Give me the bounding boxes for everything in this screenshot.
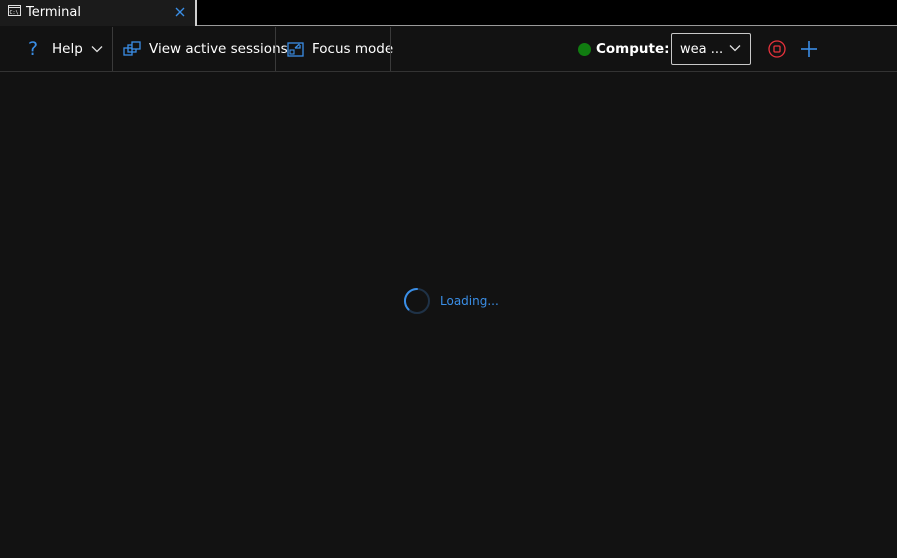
compute-status-indicator — [578, 42, 591, 56]
loading-indicator: Loading... — [403, 286, 499, 316]
terminal-icon: C:\ — [8, 5, 21, 16]
help-label: Help — [52, 41, 83, 57]
compute-select-value: wea ... — [680, 42, 724, 57]
tab-strip: C:\ Terminal — [0, 0, 897, 26]
add-icon[interactable] — [799, 39, 819, 59]
help-button[interactable]: ? Help — [22, 27, 103, 71]
tab-terminal[interactable]: C:\ Terminal — [0, 0, 197, 26]
toolbar-divider — [390, 27, 391, 71]
chevron-down-icon — [729, 45, 741, 52]
compute-label: Compute: — [596, 41, 670, 57]
focus-icon — [287, 41, 304, 57]
chevron-down-icon — [91, 46, 103, 53]
view-active-sessions-button[interactable]: View active sessions — [123, 27, 288, 71]
close-icon[interactable] — [173, 5, 187, 19]
sessions-icon — [123, 41, 141, 56]
toolbar-divider — [112, 27, 113, 71]
stop-icon[interactable] — [767, 39, 787, 59]
question-icon: ? — [27, 38, 39, 60]
compute-select[interactable]: wea ... — [671, 33, 751, 65]
toolbar: ? Help View active sessions Focus mode C… — [0, 27, 897, 72]
tab-label: Terminal — [26, 5, 81, 20]
toolbar-divider — [275, 27, 276, 71]
loading-text: Loading... — [440, 294, 499, 308]
view-sessions-label: View active sessions — [149, 41, 288, 57]
svg-text:C:\: C:\ — [10, 10, 19, 16]
focus-mode-label: Focus mode — [312, 41, 394, 57]
spinner-icon — [404, 287, 430, 314]
focus-mode-button[interactable]: Focus mode — [287, 27, 393, 71]
compute-status: Compute: — [578, 27, 670, 71]
terminal-app: C:\ Terminal ? Help View active sessions… — [0, 0, 897, 558]
